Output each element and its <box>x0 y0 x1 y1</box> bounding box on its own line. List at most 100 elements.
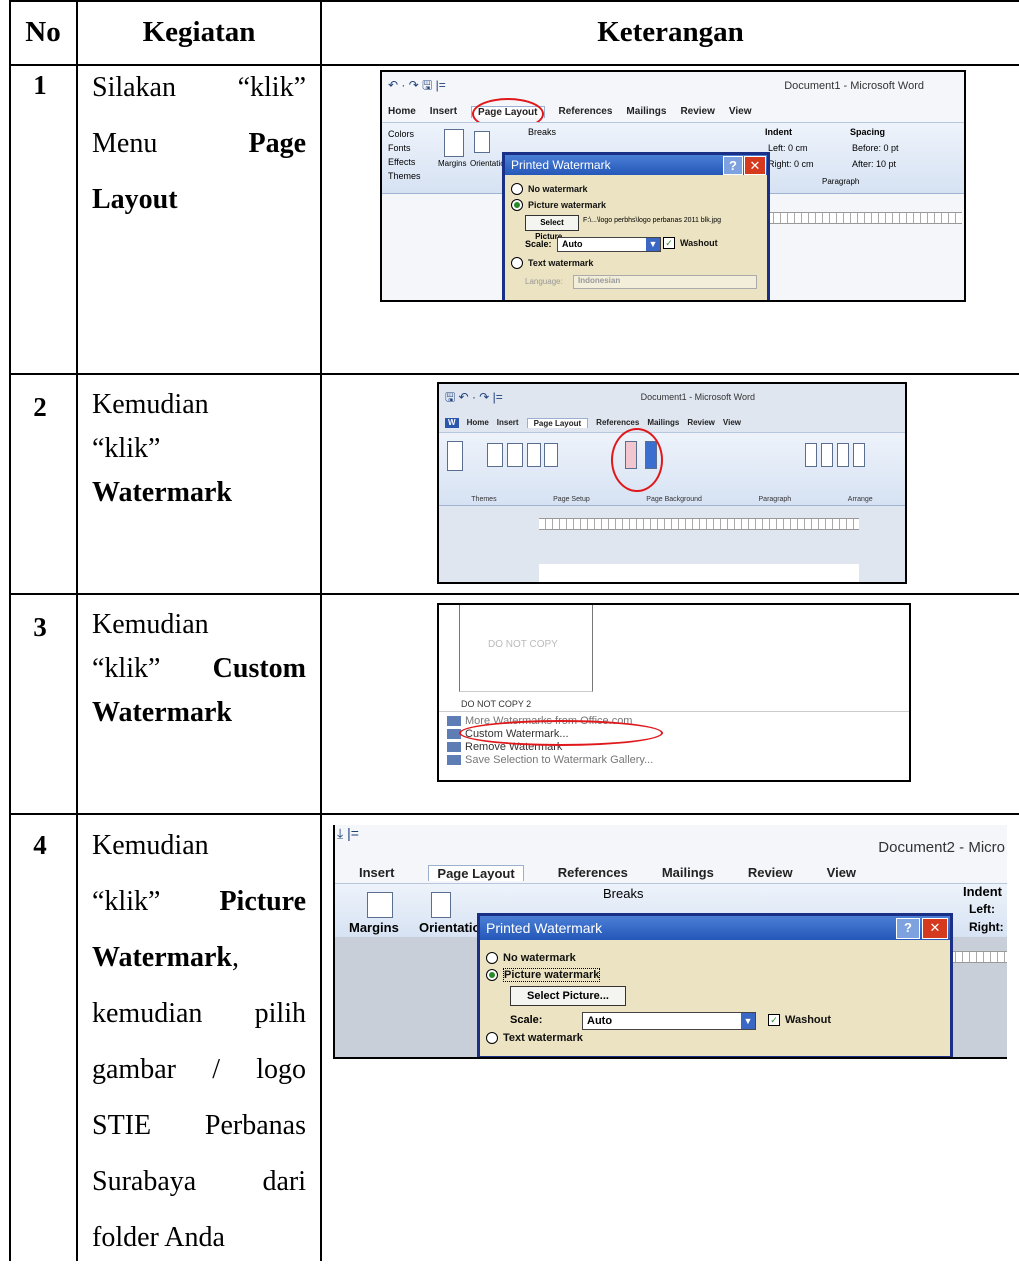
washout-checkbox[interactable]: ✓ Washout <box>663 237 718 249</box>
tab-page-layout[interactable]: Page Layout <box>428 865 524 881</box>
radio-icon <box>511 183 523 195</box>
washout-checkbox[interactable]: ✓ Washout <box>768 1014 831 1026</box>
tab-mailings[interactable]: Mailings <box>626 106 666 118</box>
text-watermark-option[interactable]: Text watermark <box>511 257 593 269</box>
spacing-before-value[interactable]: 0 pt <box>884 143 899 153</box>
language-label: Language: <box>525 277 563 286</box>
position-icon[interactable] <box>805 443 817 467</box>
row-4-word: STIE <box>92 1110 152 1141</box>
ribbon-tabs: W Home Insert Page Layout References Mai… <box>445 418 741 428</box>
tab-view[interactable]: View <box>827 865 856 881</box>
tab-review[interactable]: Review <box>687 418 715 428</box>
scale-select[interactable]: Auto ▼ <box>557 237 661 252</box>
row-4-word: kemudian <box>92 998 203 1029</box>
row-2-word: Kemudian <box>92 389 209 420</box>
tab-references[interactable]: References <box>596 418 639 428</box>
indent-label: Indent <box>765 127 792 137</box>
row-3-word: “klik” <box>92 653 161 684</box>
tab-references[interactable]: References <box>559 106 613 118</box>
scale-select[interactable]: Auto ▼ <box>582 1012 756 1030</box>
window-title: Document2 - Micro <box>878 839 1005 856</box>
tab-insert[interactable]: Insert <box>359 865 394 881</box>
spacing-after-value[interactable]: 10 pt <box>876 159 896 169</box>
row-number: 4 <box>33 830 47 860</box>
ribbon-group-labels: Themes Page Setup Page Background Paragr… <box>443 496 901 503</box>
tab-home[interactable]: Home <box>467 418 489 428</box>
close-icon[interactable]: ✕ <box>744 156 766 175</box>
quick-access-toolbar-icon: ↶ · ↷ 🖫 |= <box>388 78 446 92</box>
help-icon[interactable]: ? <box>723 156 743 175</box>
row-4-word: Picture <box>219 886 306 917</box>
row-4-word: , <box>231 942 239 973</box>
checkbox-checked-icon: ✓ <box>663 237 675 249</box>
indent-left-label: Left: <box>768 143 786 153</box>
colors-button[interactable]: Colors <box>388 127 421 141</box>
tab-view[interactable]: View <box>729 106 752 118</box>
tab-insert[interactable]: Insert <box>430 106 457 118</box>
no-watermark-label: No watermark <box>528 184 588 194</box>
table-column-divider <box>320 0 322 1261</box>
picture-watermark-option[interactable]: Picture watermark <box>511 199 606 211</box>
tab-references[interactable]: References <box>558 865 628 881</box>
row-3-kegiatan: Kemudian “klik” Custom Watermark <box>92 603 306 735</box>
margins-icon[interactable] <box>444 129 464 157</box>
select-picture-button[interactable]: Select Picture... <box>525 215 579 241</box>
help-icon[interactable]: ? <box>896 918 920 939</box>
fonts-button[interactable]: Fonts <box>388 141 421 155</box>
size-icon[interactable] <box>527 443 541 467</box>
menu-item-save-selection[interactable]: Save Selection to Watermark Gallery... <box>465 754 653 766</box>
tab-insert[interactable]: Insert <box>497 418 519 428</box>
screenshot-custom-watermark-menu: DO NOT COPY DO NOT COPY 2 More Watermark… <box>437 603 911 782</box>
no-watermark-option[interactable]: No watermark <box>486 952 576 964</box>
breaks-button[interactable]: Breaks <box>528 127 556 137</box>
tab-review[interactable]: Review <box>680 106 714 118</box>
indent-right-label: Right: <box>768 159 792 169</box>
orientation-icon[interactable] <box>507 443 523 467</box>
row-4-word: Perbanas <box>204 1110 306 1141</box>
checkbox-checked-icon: ✓ <box>768 1014 780 1026</box>
close-icon[interactable]: ✕ <box>922 918 948 939</box>
effects-button[interactable]: Effects <box>388 155 421 169</box>
indent-left-value[interactable]: 0 cm <box>788 143 808 153</box>
scale-value: Auto <box>562 239 583 249</box>
thumbnail-text: DO NOT COPY <box>488 639 558 650</box>
wrap-text-icon[interactable] <box>821 443 833 467</box>
picture-watermark-option[interactable]: Picture watermark <box>486 968 601 982</box>
themes-icon[interactable] <box>447 441 463 471</box>
bring-forward-icon[interactable] <box>837 443 849 467</box>
margins-icon[interactable] <box>367 892 393 918</box>
table-row-divider <box>9 813 1019 815</box>
row-1-word: Page <box>248 128 306 159</box>
picture-watermark-label: Picture watermark <box>503 968 601 982</box>
horizontal-ruler[interactable] <box>767 212 962 224</box>
group-label: Page Background <box>646 496 702 503</box>
scale-label: Scale: <box>525 239 552 249</box>
orientation-icon[interactable] <box>431 892 451 918</box>
radio-selected-icon <box>511 199 523 211</box>
no-watermark-option[interactable]: No watermark <box>511 183 588 195</box>
tab-page-layout[interactable]: Page Layout <box>526 418 589 428</box>
orientation-icon[interactable] <box>474 131 490 153</box>
send-backward-icon[interactable] <box>853 443 865 467</box>
tab-file[interactable]: W <box>445 418 459 428</box>
breaks-button[interactable]: Breaks <box>603 886 643 901</box>
tab-view[interactable]: View <box>723 418 741 428</box>
language-select[interactable]: Indonesian <box>573 275 757 289</box>
tab-review[interactable]: Review <box>748 865 793 881</box>
row-4-word: “klik” <box>92 886 161 917</box>
watermark-thumbnail[interactable]: DO NOT COPY <box>459 605 593 692</box>
text-watermark-option[interactable]: Text watermark <box>486 1032 583 1044</box>
tab-mailings[interactable]: Mailings <box>662 865 714 881</box>
indent-right-value[interactable]: 0 cm <box>794 159 814 169</box>
select-picture-button[interactable]: Select Picture... <box>510 986 626 1006</box>
tab-home[interactable]: Home <box>388 106 416 118</box>
file-path-text: F:\...\logo perbhs\logo perbanas 2011 bl… <box>583 217 722 224</box>
row-number: 1 <box>33 70 47 100</box>
margins-icon[interactable] <box>487 443 503 467</box>
header-kegiatan: Kegiatan <box>142 15 256 48</box>
horizontal-ruler[interactable] <box>539 518 859 530</box>
margins-label: Margins <box>438 159 467 168</box>
tab-mailings[interactable]: Mailings <box>647 418 679 428</box>
columns-icon[interactable] <box>544 443 558 467</box>
indent-right-row: Right: 0 cm <box>768 159 814 169</box>
